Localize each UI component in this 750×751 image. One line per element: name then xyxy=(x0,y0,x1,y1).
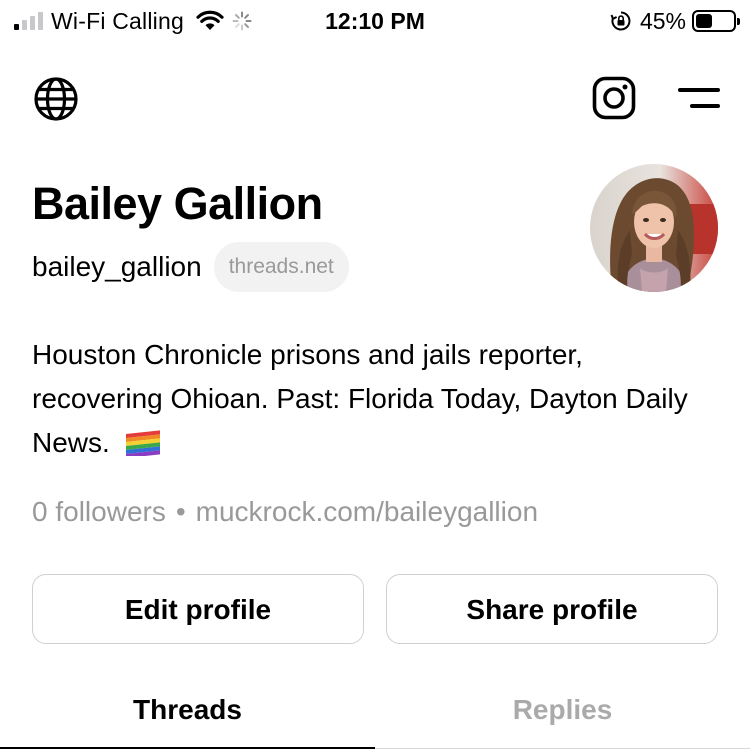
avatar[interactable] xyxy=(590,164,718,292)
tab-divider xyxy=(375,748,750,749)
rotation-lock-icon xyxy=(610,11,631,31)
stats-row: 0 followers • muckrock.com/baileygallion xyxy=(32,492,538,532)
edit-profile-button[interactable]: Edit profile xyxy=(32,574,364,644)
battery-fill xyxy=(696,14,713,28)
separator-dot: • xyxy=(175,496,186,527)
globe-button[interactable] xyxy=(33,76,79,122)
profile-link[interactable]: muckrock.com/baileygallion xyxy=(196,496,538,528)
active-tab-indicator xyxy=(0,747,375,749)
profile-tabs: Threads Replies xyxy=(0,680,750,751)
status-bar: Wi-Fi Calling 12:10 PM 45% xyxy=(0,0,750,44)
instagram-icon xyxy=(592,76,636,120)
wifi-icon xyxy=(196,10,224,30)
profile-bio: Houston Chronicle prisons and jails repo… xyxy=(32,333,712,465)
instagram-button[interactable] xyxy=(592,76,636,120)
domain-chip[interactable]: threads.net xyxy=(213,242,349,292)
rainbow-flag-icon xyxy=(125,430,160,456)
handle-row: bailey_gallion threads.net xyxy=(32,242,349,292)
menu-button[interactable] xyxy=(676,86,720,112)
profile-name: Bailey Gallion xyxy=(32,178,323,229)
signal-icon xyxy=(14,12,43,30)
battery-icon xyxy=(692,10,740,32)
status-right: 45% xyxy=(610,7,740,34)
status-left: Wi-Fi Calling xyxy=(14,8,252,34)
tab-replies[interactable]: Replies xyxy=(375,680,750,740)
activity-spinner-icon xyxy=(232,11,252,31)
avatar-image xyxy=(590,164,718,292)
globe-icon xyxy=(34,77,78,121)
followers-count[interactable]: 0 followers xyxy=(32,496,166,528)
battery-percent: 45% xyxy=(639,7,686,34)
share-profile-button[interactable]: Share profile xyxy=(386,574,718,644)
profile-handle: bailey_gallion xyxy=(32,251,202,282)
tab-threads[interactable]: Threads xyxy=(0,680,375,740)
carrier-label: Wi-Fi Calling xyxy=(51,7,184,34)
